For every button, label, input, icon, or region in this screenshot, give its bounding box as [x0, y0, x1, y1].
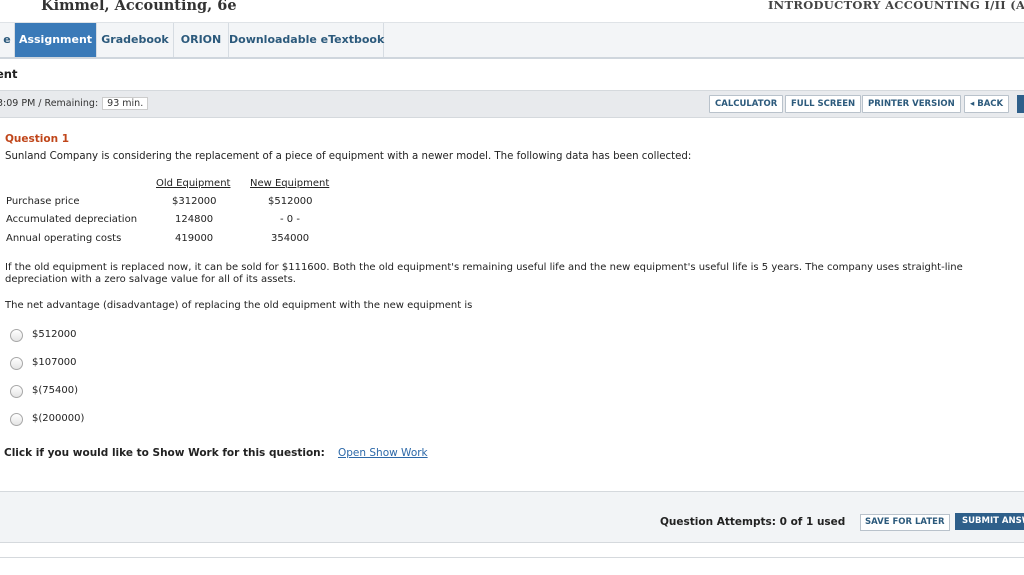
tab-home-partial[interactable]: e	[0, 23, 15, 57]
course-title: INTRODUCTORY ACCOUNTING I/II (ACT 22	[768, 0, 1024, 12]
tab-assignment[interactable]: Assignment	[15, 23, 97, 57]
choice-label[interactable]: $107000	[32, 357, 77, 368]
choice-label[interactable]: $(75400)	[32, 385, 78, 396]
old-value: 419000	[175, 233, 214, 244]
question-number: Question 1	[5, 133, 70, 145]
back-button[interactable]: ◂ BACK	[964, 95, 1010, 113]
old-value: $312000	[172, 196, 217, 207]
question-prompt: The net advantage (disadvantage) of repl…	[5, 300, 473, 311]
full-screen-button[interactable]: FULL SCREEN	[785, 95, 862, 113]
save-for-later-button[interactable]: SAVE FOR LATER	[860, 514, 950, 531]
time-text: 3:09 PM / Remaining:	[0, 98, 99, 109]
old-value: 124800	[175, 214, 214, 225]
tab-etextbook[interactable]: Downloadable eTextbook	[229, 23, 384, 57]
assignment-toolbar: 3:09 PM / Remaining: 93 min. CALCULATOR F…	[0, 90, 1024, 118]
row-label: Purchase price	[6, 196, 80, 207]
top-header: Kimmel, Accounting, 6e INTRODUCTORY ACCO…	[0, 0, 1024, 22]
divider	[0, 557, 1024, 558]
row-label: Annual operating costs	[6, 233, 122, 244]
question-intro: Sunland Company is considering the repla…	[5, 151, 692, 162]
toolbar-dark-button[interactable]	[1017, 95, 1024, 113]
calculator-button[interactable]: CALCULATOR	[709, 95, 784, 113]
new-value: - 0 -	[280, 214, 300, 225]
row-label: Accumulated depreciation	[6, 214, 138, 225]
choice-label[interactable]: $512000	[32, 329, 77, 340]
radio-button[interactable]	[10, 329, 23, 342]
show-work-label: Click if you would like to Show Work for…	[4, 447, 325, 459]
table-header-new: New Equipment	[250, 178, 330, 189]
book-title: Kimmel, Accounting, 6e	[41, 0, 237, 14]
submit-answer-button[interactable]: SUBMIT ANSWER	[955, 513, 1024, 530]
choice-label[interactable]: $(200000)	[32, 413, 84, 424]
printer-version-button[interactable]: PRINTER VERSION	[862, 95, 961, 113]
open-show-work-link[interactable]: Open Show Work	[338, 447, 428, 459]
new-value: 354000	[271, 233, 310, 244]
question-scenario: If the old equipment is replaced now, it…	[5, 262, 963, 285]
tab-gradebook[interactable]: Gradebook	[97, 23, 174, 57]
main-tab-bar: e Assignment Gradebook ORION Downloadabl…	[0, 22, 1024, 59]
radio-button[interactable]	[10, 385, 23, 398]
table-header-old: Old Equipment	[156, 178, 231, 189]
remaining-value: 93 min.	[102, 97, 149, 110]
radio-button[interactable]	[10, 413, 23, 426]
tab-orion[interactable]: ORION	[174, 23, 229, 57]
question-footer: Question Attempts: 0 of 1 used SAVE FOR …	[0, 491, 1024, 543]
page-title: ent	[0, 67, 18, 81]
new-value: $512000	[268, 196, 313, 207]
radio-button[interactable]	[10, 357, 23, 370]
question-attempts: Question Attempts: 0 of 1 used	[660, 516, 846, 528]
time-remaining: 3:09 PM / Remaining: 93 min.	[0, 97, 149, 110]
